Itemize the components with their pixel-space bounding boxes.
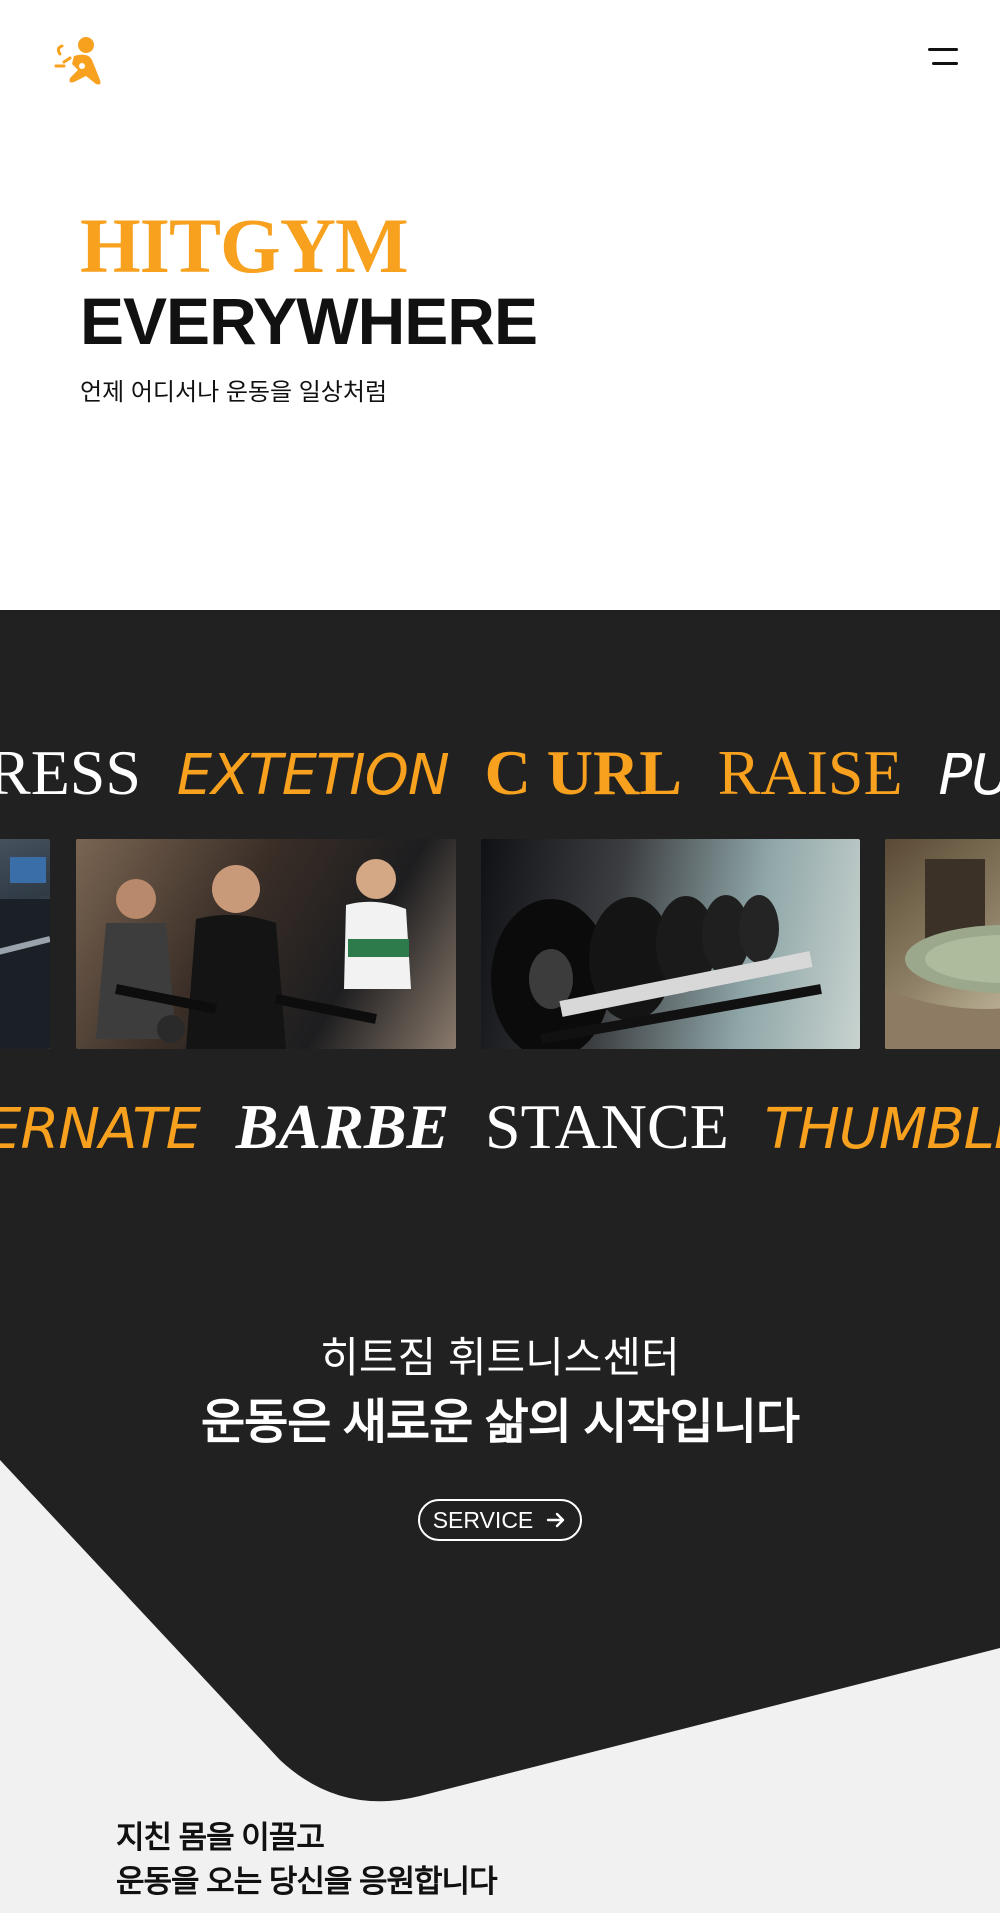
treadmill-photo <box>0 839 50 1049</box>
bottom-heading-line: 지친 몸을 이끌고 <box>116 1820 325 1855</box>
marquee-word: C URL <box>484 737 682 808</box>
exercise-marquee-bottom: ERNATE BARBE STANCE THUMBLE <box>0 1086 1000 1166</box>
service-button-label: SERVICE <box>432 1506 534 1533</box>
marquee-word: ERNATE <box>0 1097 201 1162</box>
exercise-marquee-top: RESS EXTETION C URL RAISE PULL <box>0 732 1000 812</box>
hero-section: HITGYM EVERYWHERE 언제 어디서나 운동을 일상처럼 <box>0 0 1000 610</box>
hero-title-tagline: EVERYWHERE <box>80 284 538 358</box>
spinning-class-photo <box>76 839 456 1049</box>
intro-section: 히트짐 휘트니스센터 운동은 새로운 삶의 시작입니다 <box>0 1330 1000 1454</box>
hero-title-brand: HITGYM <box>80 202 409 289</box>
marquee-word: BARBE <box>235 1091 450 1162</box>
intro-title: 운동은 새로운 삶의 시작입니다 <box>200 1396 800 1449</box>
marquee-word: EXTETION <box>176 743 450 808</box>
hamburger-menu-icon[interactable] <box>922 44 958 72</box>
hero-title: HITGYM EVERYWHERE <box>80 202 538 358</box>
gallery-strip <box>0 839 1000 1049</box>
marquee-word: RESS <box>0 737 141 808</box>
dumbbell-rack-photo <box>481 839 860 1049</box>
marquee-word: STANCE <box>485 1091 729 1162</box>
menu-line <box>932 62 958 65</box>
marquee-word: THUMBLE <box>764 1097 1000 1162</box>
bottom-heading-line: 운동을 오는 당신을 응원합니다 <box>116 1864 498 1899</box>
hero-subtitle: 언제 어디서나 운동을 일상처럼 <box>80 379 388 406</box>
intro-subtitle: 히트짐 휘트니스센터 <box>320 1334 680 1381</box>
menu-line <box>928 48 958 51</box>
service-button[interactable]: SERVICE <box>418 1499 582 1541</box>
spa-pool-photo <box>885 839 1000 1049</box>
bottom-heading: 지친 몸을 이끌고 운동을 오는 당신을 응원합니다 <box>116 1816 498 1904</box>
arrow-right-icon <box>547 1512 565 1528</box>
marquee-word: RAISE <box>717 737 903 808</box>
running-person-logo-icon[interactable] <box>52 36 108 86</box>
marquee-word: PULL <box>938 743 1000 808</box>
